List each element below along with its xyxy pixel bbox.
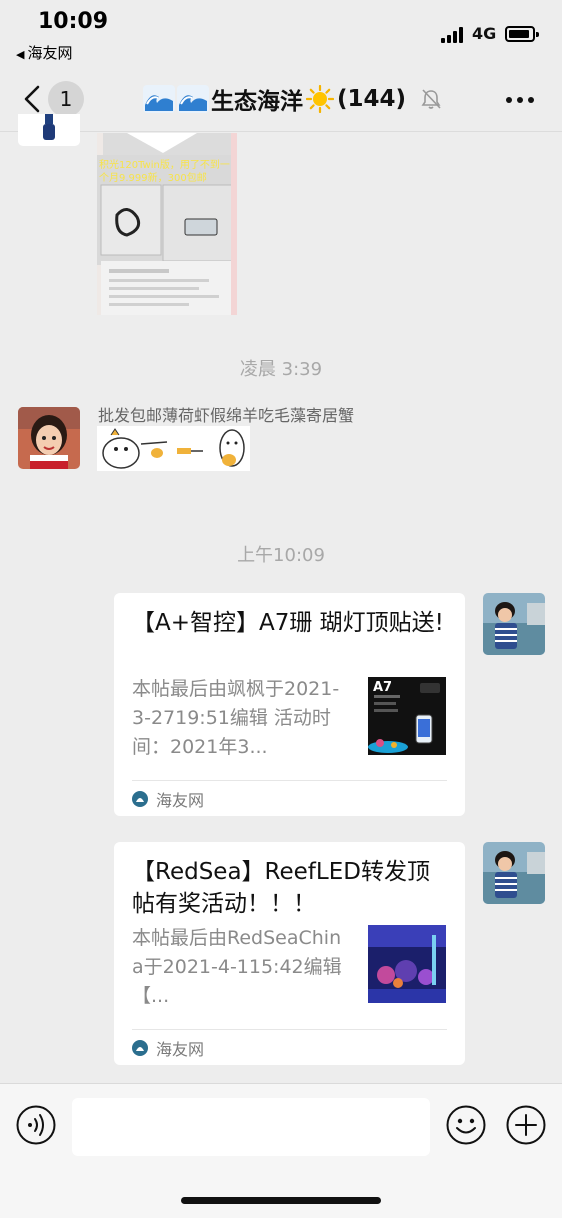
emoji-icon[interactable] xyxy=(446,1105,486,1145)
sticker-message[interactable] xyxy=(97,426,250,471)
input-toolbar xyxy=(0,1083,562,1218)
card-thumbnail xyxy=(368,925,446,1003)
card-source-label: 海友网 xyxy=(156,791,205,810)
site-logo-icon xyxy=(132,1040,148,1056)
chat-nav-bar: 1 生态海洋 (144) xyxy=(0,68,562,132)
link-card[interactable]: 【A+智控】A7珊 瑚灯顶贴送! 本帖最后由飒枫于2021-3-2719:51编… xyxy=(114,593,465,816)
wave-icon xyxy=(177,85,209,113)
status-time: 10:09 xyxy=(38,9,109,34)
back-chevron-icon[interactable] xyxy=(22,84,44,114)
chat-title[interactable]: 生态海洋 (144) xyxy=(143,82,406,116)
avatar[interactable] xyxy=(18,114,80,146)
thumbnail-label: A7 xyxy=(373,680,393,695)
battery-icon xyxy=(505,26,539,42)
card-title: 【RedSea】ReefLED转发顶帖有奖活动！！！ xyxy=(132,859,430,917)
divider xyxy=(132,1029,447,1030)
card-source: 海友网 xyxy=(132,787,204,811)
message-input[interactable] xyxy=(72,1098,430,1156)
chat-title-text: 生态海洋 xyxy=(211,89,303,115)
status-bar: 10:09 ◀ 海友网 4G xyxy=(0,0,562,68)
sticker-image xyxy=(102,428,245,469)
card-thumbnail: A7 xyxy=(368,677,446,755)
timestamp: 凌晨 3:39 xyxy=(239,359,323,380)
card-description: 本帖最后由RedSeaChina于2021-4-115:42编辑【... xyxy=(132,927,342,1007)
home-indicator xyxy=(181,1197,381,1204)
message-text: 批发包邮薄荷虾假绵羊吃毛藻寄居蟹 xyxy=(98,406,355,425)
site-logo-icon xyxy=(132,791,148,807)
avatar[interactable] xyxy=(483,842,545,904)
card-title: 【A+智控】A7珊 瑚灯顶贴送! xyxy=(132,610,444,636)
divider xyxy=(132,780,447,781)
avatar[interactable] xyxy=(483,593,545,655)
unread-count-badge[interactable]: 1 xyxy=(48,81,84,117)
avatar[interactable] xyxy=(18,407,80,469)
more-options-icon[interactable] xyxy=(505,96,535,104)
link-card[interactable]: 【RedSea】ReefLED转发顶帖有奖活动！！！ 本帖最后由RedSeaCh… xyxy=(114,842,465,1065)
shared-image-message[interactable]: 积光120Twin版，用了不到一个月9.999新，300包邮 xyxy=(97,133,237,315)
card-source-label: 海友网 xyxy=(156,1040,205,1059)
timestamp: 上午10:09 xyxy=(237,545,325,566)
voice-input-icon[interactable] xyxy=(16,1105,56,1145)
back-app-label: 海友网 xyxy=(27,44,73,62)
member-count: (144) xyxy=(337,86,407,112)
wave-icon xyxy=(143,85,175,113)
back-triangle-icon: ◀ xyxy=(16,48,25,61)
plus-icon[interactable] xyxy=(506,1105,546,1145)
network-type: 4G xyxy=(472,24,497,43)
image-caption-overlay: 积光120Twin版，用了不到一个月9.999新，300包邮 xyxy=(99,160,230,184)
card-description: 本帖最后由飒枫于2021-3-2719:51编辑 活动时间：2021年3... xyxy=(132,678,340,758)
signal-icon xyxy=(441,27,465,43)
card-source: 海友网 xyxy=(132,1036,204,1060)
back-to-app-link[interactable]: ◀ 海友网 xyxy=(16,42,72,63)
sun-icon xyxy=(306,85,334,113)
mute-bell-icon xyxy=(421,89,441,109)
